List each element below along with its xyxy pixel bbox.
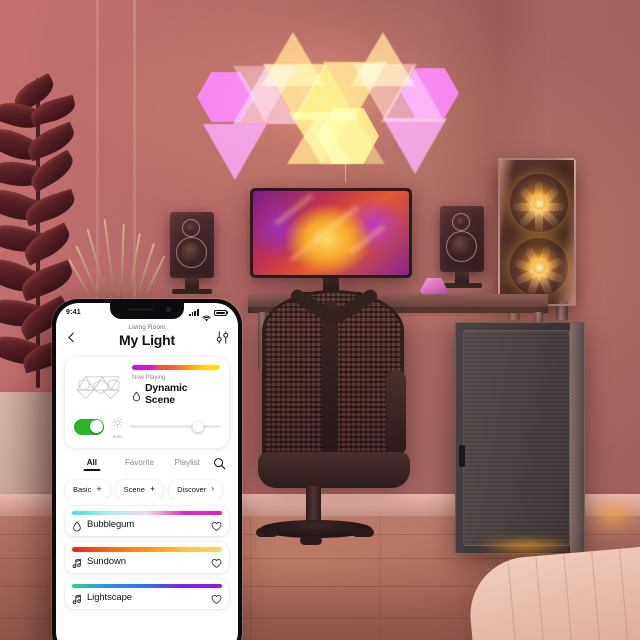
cabinet-door [463,330,570,546]
auto-brightness-control[interactable]: Auto [110,415,124,439]
music-note-icon [72,592,82,605]
brightness-slider-knob[interactable] [192,421,203,433]
status-time: 9:41 [66,309,81,316]
chair-spine [322,300,338,476]
tab-all[interactable]: All [68,458,116,471]
scene-card-lightscape[interactable]: Lightscape [65,578,229,609]
scene-row: Sundown [72,555,222,568]
storage-cabinet [455,322,585,554]
panel-triangle [203,124,267,180]
now-playing-gradient-bar [132,365,220,370]
scene-row: Bubblegum [72,519,222,532]
chip-discover[interactable]: Discover › [169,479,223,499]
cabinet-side-panel [570,323,584,553]
panel-triangle [383,118,447,174]
smartphone-mockup: 9:41 Living Room My Light Now Playing Dy… [52,299,242,640]
scene-name: Lightscape [87,592,132,603]
chip-basic[interactable]: Basic + [65,479,110,499]
droplet-icon [72,519,82,532]
now-playing-info: Now Playing Dynamic Scene [132,365,220,406]
scene-card-bubblegum[interactable]: Bubblegum [65,505,229,536]
panel-power-cord [345,130,346,182]
scene-name: Sundown [87,555,126,567]
wall-light-panels [197,28,459,180]
scene-name: Bubblegum [87,519,135,530]
pc-tower [498,158,576,306]
cabinet-handle [459,445,465,467]
panel-triangle [381,66,445,122]
page-title: My Light [119,332,175,348]
tab-bar: All Favorite Playlist [56,448,238,473]
speaker-left [170,212,214,278]
chip-basic-label: Basic [73,484,92,494]
front-camera-icon [166,307,171,312]
speaker-right [440,206,484,272]
room-label: Living Room [128,324,166,331]
plus-icon: + [149,483,156,494]
status-bar: 9:41 [56,303,238,322]
pc-fan-bottom [510,238,568,297]
auto-label: Auto [112,433,122,439]
power-toggle[interactable] [74,418,104,435]
droplet-icon [132,389,141,401]
search-icon[interactable] [213,457,226,470]
chair-seat [258,452,410,488]
music-note-icon [72,556,82,568]
scene-row: Lightscape [72,592,222,605]
speaker-plinth [442,283,482,288]
chair-caster [352,528,374,537]
pc-fan-top [510,174,568,233]
now-playing-label: Now Playing [132,375,166,381]
light-panel-layout-icon [74,371,124,401]
speaker-plinth [172,289,212,294]
chip-discover-label: Discover [177,484,207,494]
chair-caster [300,536,322,545]
brightness-auto-icon [111,417,123,428]
now-playing-scene-name: Dynamic Scene [145,382,188,406]
cellular-signal-icon [189,309,199,316]
floor-light-strip [586,498,640,532]
phone-screen: 9:41 Living Room My Light Now Playing Dy… [56,303,238,640]
toggle-knob [89,420,103,434]
monitor [250,188,412,278]
earpiece-speaker-icon [128,308,154,311]
tab-playlist[interactable]: Playlist [163,458,211,471]
chip-scene[interactable]: Scene + [115,479,164,499]
back-button[interactable] [65,331,78,344]
scene-gradient-bar [72,583,222,588]
scene-gradient-bar [72,547,222,552]
notch [110,303,184,319]
plus-icon: + [96,483,102,494]
scene-gradient-bar [72,510,222,515]
chip-scene-label: Scene [123,484,145,494]
app-header: Living Room My Light [56,322,238,354]
now-playing-scene: Dynamic Scene [132,382,220,406]
scene-list: Bubblegum Sundown Lightscape [56,499,238,609]
chair-armrest [386,370,406,452]
category-chips: Basic + Scene + Discover › [56,473,238,499]
monitor-wallpaper [253,191,409,275]
heart-outline-icon[interactable] [211,556,222,568]
chevron-right-icon: › [211,484,215,493]
battery-icon [213,309,228,316]
heart-outline-icon[interactable] [211,519,222,531]
wifi-icon [201,309,211,322]
panel-triangle [321,112,385,164]
sliders-icon[interactable] [215,330,230,345]
chair-caster [256,528,278,537]
now-playing-row: Now Playing Dynamic Scene [74,365,220,406]
heart-outline-icon[interactable] [211,592,222,604]
status-icons [189,309,228,322]
brightness-slider[interactable] [130,421,220,433]
now-playing-card[interactable]: Now Playing Dynamic Scene Auto [65,357,229,448]
scene-card-sundown[interactable]: Sundown [65,542,229,573]
tab-favorite[interactable]: Favorite [116,458,164,471]
light-controls-row: Auto [74,415,220,439]
